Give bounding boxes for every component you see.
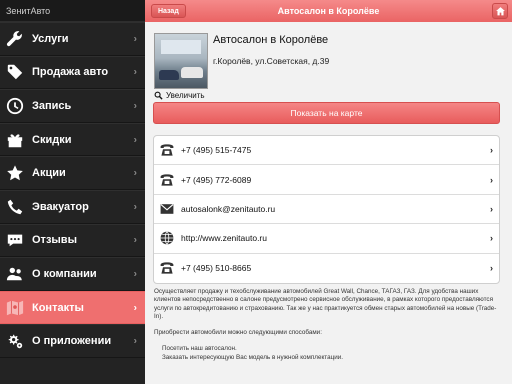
sidebar-item-discounts[interactable]: Скидки ›	[0, 122, 145, 157]
sidebar-item-label: Контакты	[32, 301, 84, 314]
chevron-right-icon: ›	[133, 234, 137, 246]
chevron-right-icon: ›	[133, 33, 137, 45]
dealer-address: г.Королёв, ул.Советская, д.39	[213, 56, 330, 66]
chevron-right-icon: ›	[133, 167, 137, 179]
globe-icon	[158, 229, 176, 247]
contact-row-phone-2[interactable]: +7 (495) 772-6089 ›	[154, 165, 499, 195]
sidebar-menu: Услуги › Продажа авто › Запись › Скидки …	[0, 22, 145, 358]
app-title: ЗенитАвто	[0, 0, 145, 22]
zoom-label: Увеличить	[166, 91, 205, 100]
chevron-right-icon: ›	[133, 268, 137, 280]
sidebar-item-reviews[interactable]: Отзывы ›	[0, 223, 145, 258]
show-on-map-button[interactable]: Показать на карте	[153, 102, 500, 124]
telephone-icon	[158, 171, 176, 189]
contacts-list: +7 (495) 515-7475 › +7 (495) 772-6089 › …	[153, 135, 500, 284]
telephone-icon	[158, 141, 176, 159]
envelope-icon	[158, 200, 176, 218]
chevron-right-icon: ›	[133, 100, 137, 112]
sidebar-item-car-sales[interactable]: Продажа авто ›	[0, 55, 145, 90]
chevron-right-icon: ›	[133, 302, 137, 314]
sidebar-item-promotions[interactable]: Акции ›	[0, 156, 145, 190]
dealer-name: Автосалон в Королёве	[213, 34, 329, 46]
sidebar-item-services[interactable]: Услуги ›	[0, 22, 145, 56]
contact-row-email[interactable]: autosalonk@zenitauto.ru ›	[154, 195, 499, 225]
chevron-right-icon: ›	[133, 335, 137, 347]
sidebar-item-label: Услуги	[32, 32, 69, 45]
sidebar-item-label: Акции	[32, 167, 66, 180]
sidebar-item-label: О компании	[32, 267, 97, 280]
map-icon	[5, 298, 25, 318]
sidebar-item-label: Эвакуатор	[32, 200, 89, 213]
contact-row-website[interactable]: http://www.zenitauto.ru ›	[154, 224, 499, 254]
chevron-right-icon: ›	[133, 66, 137, 78]
sidebar-item-label: Запись	[32, 99, 72, 112]
contact-row-phone-3[interactable]: +7 (495) 510-8665 ›	[154, 254, 499, 283]
purchase-way: Заказать интересующую Вас модель в нужно…	[162, 353, 343, 361]
chevron-right-icon: ›	[133, 201, 137, 213]
sidebar-item-label: Отзывы	[32, 234, 77, 247]
star-icon	[5, 163, 25, 183]
sidebar-item-about-app[interactable]: О приложении ›	[0, 324, 145, 358]
chevron-right-icon: ›	[490, 203, 493, 214]
content-panel: Назад Автосалон в Королёве Автосалон в К…	[145, 0, 512, 384]
price-tag-icon	[5, 62, 25, 82]
sidebar-item-appointment[interactable]: Запись ›	[0, 89, 145, 123]
gift-icon	[5, 130, 25, 150]
sidebar-item-contacts[interactable]: Контакты ›	[0, 290, 145, 325]
dealer-description: Осуществляет продажу и техобслуживание а…	[154, 288, 502, 362]
magnifier-icon	[154, 91, 163, 100]
people-icon	[5, 264, 25, 284]
description-paragraph: Осуществляет продажу и техобслуживание а…	[154, 288, 497, 320]
contact-text: +7 (495) 772-6089	[181, 174, 252, 185]
contact-text: autosalonk@zenitauto.ru	[181, 203, 276, 214]
chevron-right-icon: ›	[133, 134, 137, 146]
sidebar: ЗенитАвто Услуги › Продажа авто › Запись…	[0, 0, 145, 384]
dealer-photo[interactable]	[154, 33, 208, 89]
telephone-icon	[158, 259, 176, 277]
sidebar-item-label: Скидки	[32, 133, 72, 146]
gears-icon	[5, 331, 25, 351]
chat-bubble-icon	[5, 230, 25, 250]
phone-handset-icon	[5, 197, 25, 217]
dealer-header: Автосалон в Королёве г.Королёв, ул.Совет…	[145, 22, 512, 100]
clock-icon	[5, 96, 25, 116]
chevron-right-icon: ›	[490, 145, 493, 156]
purchase-way: Посетить наш автосалон.	[162, 345, 237, 353]
sidebar-item-label: О приложении	[32, 335, 112, 348]
chevron-right-icon: ›	[490, 263, 493, 274]
sidebar-item-about-company[interactable]: О компании ›	[0, 257, 145, 291]
zoom-link[interactable]: Увеличить	[154, 91, 205, 100]
chevron-right-icon: ›	[490, 174, 493, 185]
contact-text: +7 (495) 515-7475	[181, 145, 252, 156]
home-button[interactable]	[492, 3, 508, 19]
description-paragraph: Приобрести автомобили можно следующими с…	[154, 329, 322, 337]
sidebar-item-label: Продажа авто	[32, 66, 109, 79]
sidebar-item-tow-truck[interactable]: Эвакуатор ›	[0, 189, 145, 224]
contact-text: http://www.zenitauto.ru	[181, 233, 267, 244]
back-button[interactable]: Назад	[151, 4, 186, 18]
home-icon	[495, 6, 505, 15]
contact-text: +7 (495) 510-8665	[181, 263, 252, 274]
top-bar: Назад Автосалон в Королёве	[145, 0, 512, 22]
contact-row-phone-1[interactable]: +7 (495) 515-7475 ›	[154, 136, 499, 166]
page-title: Автосалон в Королёве	[277, 6, 380, 16]
chevron-right-icon: ›	[490, 233, 493, 244]
wrench-icon	[5, 29, 25, 49]
